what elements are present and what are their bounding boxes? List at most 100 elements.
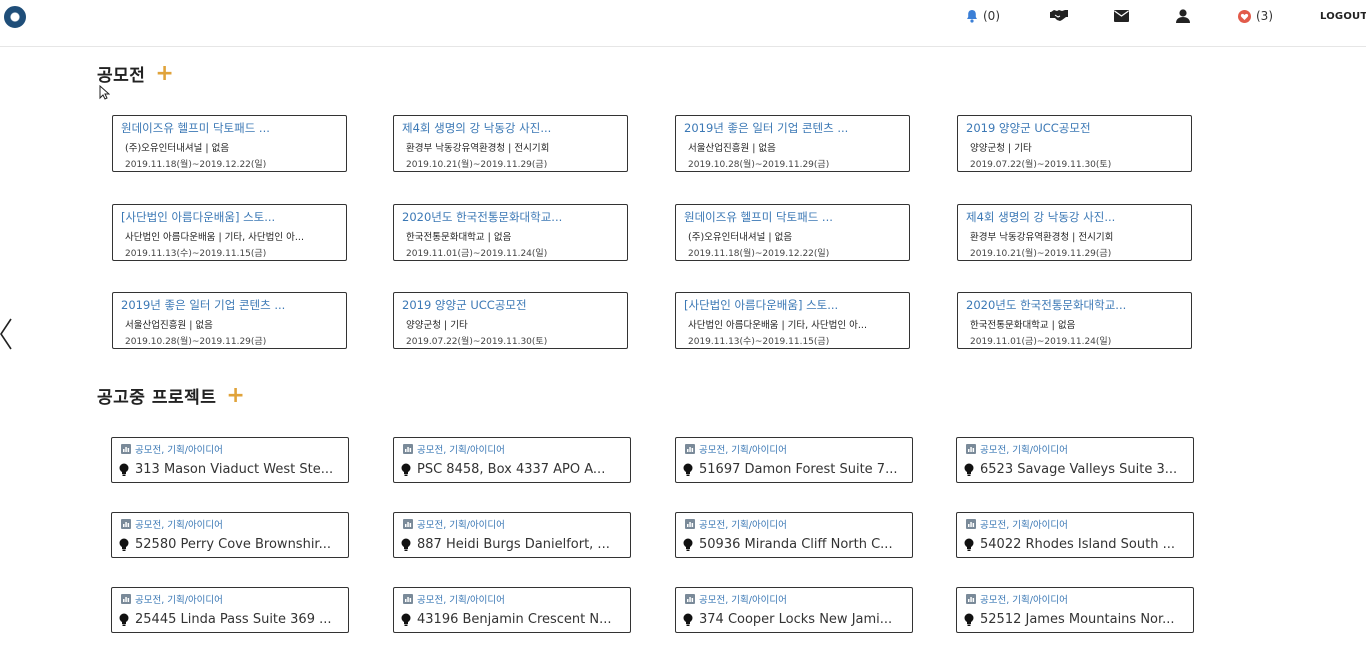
chart-icon <box>121 519 131 529</box>
contest-organizer: (주)오유인터내셔널 | 없음 <box>688 232 793 243</box>
project-category: 공모전, 기획/아이디어 <box>699 445 787 456</box>
project-card[interactable]: 공모전, 기획/아이디어 51697 Damon Forest Suite 7..… <box>675 437 913 483</box>
project-card[interactable]: 공모전, 기획/아이디어 54022 Rhodes Island South ..… <box>956 512 1194 558</box>
project-address[interactable]: 887 Heidi Burgs Danielfort, ... <box>417 537 610 552</box>
chevron-left-icon[interactable] <box>0 318 12 350</box>
contest-title[interactable]: 원데이즈유 헬프미 닥토패드 ... <box>121 120 343 136</box>
project-address[interactable]: 51697 Damon Forest Suite 7... <box>699 462 897 477</box>
project-address-row: 25445 Linda Pass Suite 369 ... <box>119 612 344 627</box>
contest-title[interactable]: 원데이즈유 헬프미 닥토패드 ... <box>684 209 906 225</box>
contest-organizer: 한국전통문화대학교 | 없음 <box>406 232 512 243</box>
project-card[interactable]: 공모전, 기획/아이디어 50936 Miranda Cliff North C.… <box>675 512 913 558</box>
favorites-button[interactable]: (3) <box>1238 9 1273 23</box>
project-address-row: PSC 8458, Box 4337 APO A... <box>401 462 626 477</box>
contest-title[interactable]: 2019년 좋은 일터 기업 콘텐츠 ... <box>684 120 906 136</box>
contest-title[interactable]: [사단법인 아름다운배움] 스토... <box>684 297 906 313</box>
contest-period: 2019.10.21(월)~2019.11.29(금) <box>406 160 548 170</box>
lightbulb-icon <box>683 613 693 626</box>
project-address[interactable]: 50936 Miranda Cliff North C... <box>699 537 893 552</box>
chart-icon <box>121 444 131 454</box>
chart-icon <box>966 594 976 604</box>
project-card[interactable]: 공모전, 기획/아이디어 887 Heidi Burgs Danielfort, … <box>393 512 631 558</box>
project-category: 공모전, 기획/아이디어 <box>980 445 1068 456</box>
project-category-row: 공모전, 기획/아이디어 <box>685 517 787 531</box>
lightbulb-icon <box>964 538 974 551</box>
contests-title: 공모전 <box>97 66 146 86</box>
contest-card[interactable]: [사단법인 아름다운배움] 스토... 사단법인 아름다운배움 | 기타, 사단법… <box>112 204 347 261</box>
project-address[interactable]: 25445 Linda Pass Suite 369 ... <box>135 612 332 627</box>
project-address-row: 43196 Benjamin Crescent N... <box>401 612 626 627</box>
contest-period: 2019.11.13(수)~2019.11.15(금) <box>125 249 267 259</box>
contest-card[interactable]: 원데이즈유 헬프미 닥토패드 ... (주)오유인터내셔널 | 없음 2019.11… <box>675 204 910 261</box>
contest-title[interactable]: 제4회 생명의 강 낙동강 사진... <box>966 209 1188 225</box>
project-category: 공모전, 기획/아이디어 <box>135 595 223 606</box>
contest-title[interactable]: 2019 양양군 UCC공모전 <box>402 297 624 313</box>
lightbulb-icon <box>964 463 974 476</box>
project-card[interactable]: 공모전, 기획/아이디어 43196 Benjamin Crescent N... <box>393 587 631 633</box>
project-address[interactable]: 54022 Rhodes Island South ... <box>980 537 1175 552</box>
bell-icon <box>967 10 977 23</box>
project-category-row: 공모전, 기획/아이디어 <box>121 442 223 456</box>
contest-card[interactable]: 2019년 좋은 일터 기업 콘텐츠 ... 서울산업진흥원 | 없음 2019.1… <box>675 115 910 172</box>
logo-icon[interactable] <box>4 6 26 28</box>
project-card[interactable]: 공모전, 기획/아이디어 52580 Perry Cove Brownshir..… <box>111 512 349 558</box>
contest-period: 2019.11.18(월)~2019.12.22(일) <box>125 160 267 170</box>
contest-organizer: 서울산업진흥원 | 없음 <box>125 320 213 331</box>
project-address[interactable]: 52580 Perry Cove Brownshir... <box>135 537 331 552</box>
project-card[interactable]: 공모전, 기획/아이디어 313 Mason Viaduct West Ste..… <box>111 437 349 483</box>
project-address[interactable]: 374 Cooper Locks New Jami... <box>699 612 892 627</box>
project-address[interactable]: 6523 Savage Valleys Suite 3... <box>980 462 1177 477</box>
project-card[interactable]: 공모전, 기획/아이디어 PSC 8458, Box 4337 APO A... <box>393 437 631 483</box>
projects-section-title: 공고중 프로젝트 + <box>97 383 245 408</box>
project-category-row: 공모전, 기획/아이디어 <box>685 592 787 606</box>
contest-card[interactable]: 제4회 생명의 강 낙동강 사진... 환경부 낙동강유역환경청 | 전시기회 20… <box>957 204 1192 261</box>
contest-title[interactable]: 2019 양양군 UCC공모전 <box>966 120 1188 136</box>
contest-card[interactable]: 원데이즈유 헬프미 닥토패드 ... (주)오유인터내셔널 | 없음 2019.11… <box>112 115 347 172</box>
chart-icon <box>403 594 413 604</box>
project-address-row: 52580 Perry Cove Brownshir... <box>119 537 344 552</box>
contest-organizer: 사단법인 아름다운배움 | 기타, 사단법인 아... <box>125 232 304 243</box>
user-icon <box>1176 9 1190 23</box>
profile-button[interactable] <box>1176 9 1190 23</box>
contest-card[interactable]: [사단법인 아름다운배움] 스토... 사단법인 아름다운배움 | 기타, 사단법… <box>675 292 910 349</box>
contest-title[interactable]: 2020년도 한국전통문화대학교... <box>402 209 624 225</box>
messages-button[interactable] <box>1114 10 1129 22</box>
lightbulb-icon <box>401 613 411 626</box>
contest-title[interactable]: 2020년도 한국전통문화대학교... <box>966 297 1188 313</box>
contest-organizer: 한국전통문화대학교 | 없음 <box>970 320 1076 331</box>
project-card[interactable]: 공모전, 기획/아이디어 52512 James Mountains Nor... <box>956 587 1194 633</box>
contest-organizer: 양양군청 | 기타 <box>406 320 468 331</box>
contest-title[interactable]: [사단법인 아름다운배움] 스토... <box>121 209 343 225</box>
contest-title[interactable]: 2019년 좋은 일터 기업 콘텐츠 ... <box>121 297 343 313</box>
contest-card[interactable]: 2019 양양군 UCC공모전 양양군청 | 기타 2019.07.22(월)~20… <box>393 292 628 349</box>
heart-icon <box>1238 9 1251 23</box>
project-address-row: 374 Cooper Locks New Jami... <box>683 612 908 627</box>
contest-organizer: 환경부 낙동강유역환경청 | 전시기회 <box>406 143 550 154</box>
chart-icon <box>403 444 413 454</box>
project-address-row: 51697 Damon Forest Suite 7... <box>683 462 908 477</box>
project-card[interactable]: 공모전, 기획/아이디어 6523 Savage Valleys Suite 3.… <box>956 437 1194 483</box>
project-address[interactable]: PSC 8458, Box 4337 APO A... <box>417 462 605 477</box>
logout-link[interactable]: LOGOUT <box>1320 11 1366 22</box>
contest-period: 2019.10.28(월)~2019.11.29(금) <box>125 337 267 347</box>
project-category-row: 공모전, 기획/아이디어 <box>121 517 223 531</box>
partnership-button[interactable] <box>1048 9 1068 23</box>
contest-title[interactable]: 제4회 생명의 강 낙동강 사진... <box>402 120 624 136</box>
notifications-button[interactable]: (0) <box>966 9 1000 23</box>
envelope-icon <box>1114 10 1129 22</box>
contest-card[interactable]: 2019년 좋은 일터 기업 콘텐츠 ... 서울산업진흥원 | 없음 2019.1… <box>112 292 347 349</box>
contest-organizer: 양양군청 | 기타 <box>970 143 1032 154</box>
contest-card[interactable]: 2020년도 한국전통문화대학교... 한국전통문화대학교 | 없음 2019.11… <box>393 204 628 261</box>
project-card[interactable]: 공모전, 기획/아이디어 374 Cooper Locks New Jami... <box>675 587 913 633</box>
chart-icon <box>966 519 976 529</box>
project-category: 공모전, 기획/아이디어 <box>417 520 505 531</box>
contests-add-button[interactable]: + <box>155 62 174 85</box>
contest-card[interactable]: 2020년도 한국전통문화대학교... 한국전통문화대학교 | 없음 2019.11… <box>957 292 1192 349</box>
project-address[interactable]: 313 Mason Viaduct West Ste... <box>135 462 333 477</box>
projects-add-button[interactable]: + <box>226 384 245 407</box>
project-address[interactable]: 52512 James Mountains Nor... <box>980 612 1175 627</box>
project-card[interactable]: 공모전, 기획/아이디어 25445 Linda Pass Suite 369 .… <box>111 587 349 633</box>
project-address[interactable]: 43196 Benjamin Crescent N... <box>417 612 612 627</box>
contest-card[interactable]: 제4회 생명의 강 낙동강 사진... 환경부 낙동강유역환경청 | 전시기회 20… <box>393 115 628 172</box>
contest-card[interactable]: 2019 양양군 UCC공모전 양양군청 | 기타 2019.07.22(월)~20… <box>957 115 1192 172</box>
